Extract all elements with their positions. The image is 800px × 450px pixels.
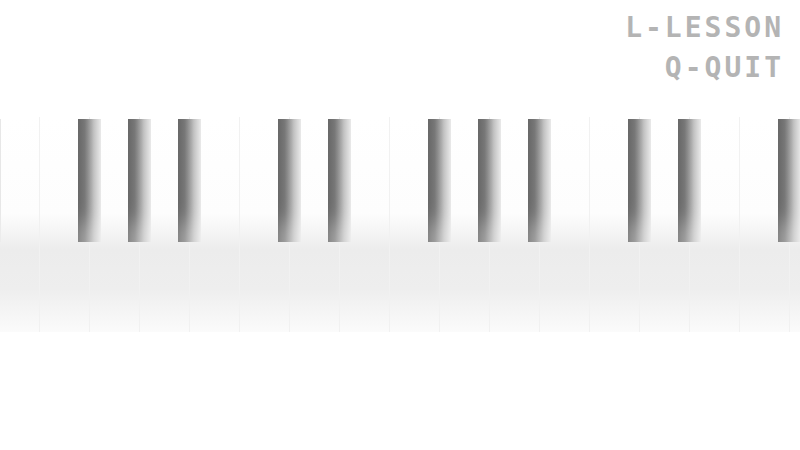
- black-key[interactable]: [528, 119, 551, 242]
- white-key[interactable]: [40, 117, 90, 332]
- piano-keyboard: [0, 117, 800, 332]
- white-key[interactable]: [240, 117, 290, 332]
- black-key[interactable]: [478, 119, 501, 242]
- key-menu: L-LESSONQ-QUIT: [0, 0, 800, 88]
- black-key[interactable]: [0, 119, 1, 242]
- black-key[interactable]: [178, 119, 201, 242]
- black-key[interactable]: [328, 119, 351, 242]
- black-key[interactable]: [78, 119, 101, 242]
- black-key[interactable]: [778, 119, 800, 242]
- white-key[interactable]: [390, 117, 440, 332]
- menu-item[interactable]: L-LESSON: [625, 8, 784, 48]
- black-key[interactable]: [628, 119, 651, 242]
- piano-screen: L-LESSONQ-QUIT: [0, 0, 800, 450]
- black-key[interactable]: [128, 119, 151, 242]
- white-key[interactable]: [740, 117, 790, 332]
- black-key[interactable]: [678, 119, 701, 242]
- black-key[interactable]: [278, 119, 301, 242]
- white-key[interactable]: [0, 117, 40, 332]
- menu-item[interactable]: Q-QUIT: [665, 48, 784, 88]
- black-key[interactable]: [428, 119, 451, 242]
- white-key[interactable]: [590, 117, 640, 332]
